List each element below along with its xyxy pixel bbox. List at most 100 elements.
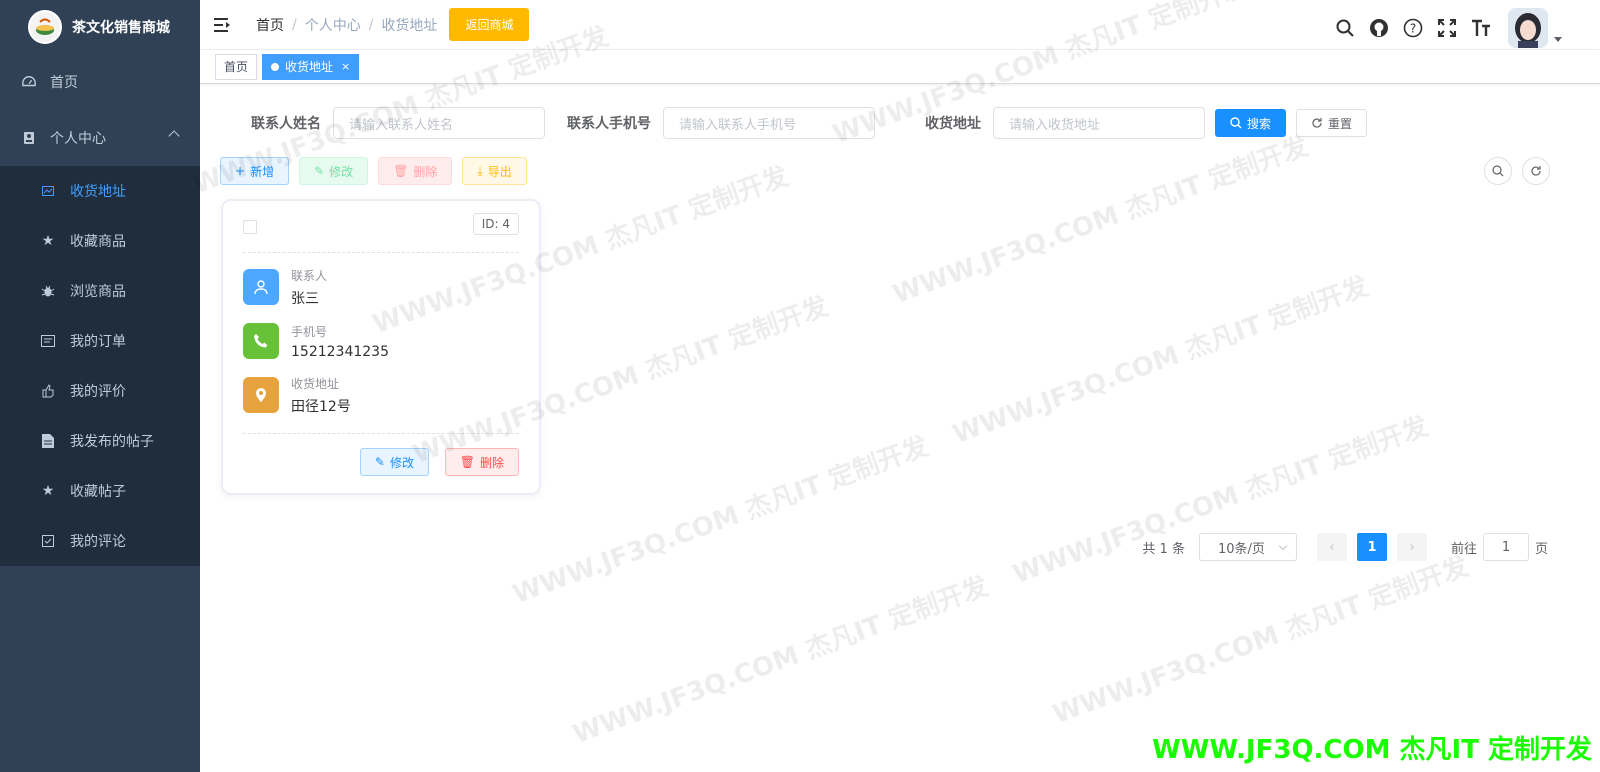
contact-field: 联系人 张三	[243, 267, 519, 307]
avatar[interactable]	[1508, 8, 1548, 48]
active-dot	[271, 62, 280, 71]
pagination-total: 共 1 条	[1142, 541, 1185, 557]
contact-phone-input[interactable]: 请输入联系人手机号	[663, 107, 875, 139]
toggle-search-button[interactable]	[1484, 157, 1512, 185]
font-size-icon[interactable]	[1464, 11, 1498, 45]
svg-text:?: ?	[1410, 22, 1416, 36]
sub-item-my-orders[interactable]: 我的订单	[0, 316, 200, 366]
goto-label: 前往	[1450, 541, 1477, 557]
close-icon[interactable]: ×	[341, 55, 350, 79]
sub-item-my-posts[interactable]: 我发布的帖子	[0, 416, 200, 466]
next-page-button[interactable]: ›	[1396, 533, 1427, 561]
card-header: ID: 4	[243, 201, 519, 253]
hamburger-icon[interactable]	[214, 17, 250, 33]
sub-item-label: 我发布的帖子	[70, 434, 154, 450]
page-number[interactable]: 1	[1356, 533, 1387, 561]
location-icon	[243, 377, 279, 413]
sidebar: 茶文化销售商城 首页 个人中心 收货地址 ★ 收藏商品 浏览商品 我的订单 我的…	[0, 0, 200, 772]
app-container: 联系人姓名 请输入联系人姓名 联系人手机号 请输入联系人手机号 收货地址 请输入…	[200, 84, 1600, 205]
logo	[28, 10, 62, 44]
add-button[interactable]: + 新增	[220, 157, 290, 185]
delete-button[interactable]: 🗑︎ 删除	[378, 157, 453, 185]
goto-page-input[interactable]: 1	[1482, 533, 1529, 561]
search-icon[interactable]	[1328, 11, 1362, 45]
page-size-select[interactable]: 10条/页	[1198, 533, 1297, 561]
document-icon	[40, 434, 56, 448]
fullscreen-icon[interactable]	[1430, 11, 1464, 45]
add-button-label: 新增	[250, 164, 275, 179]
reset-button-label: 重置	[1328, 116, 1353, 131]
card-id-badge: ID: 4	[472, 213, 519, 235]
export-button[interactable]: ⤓ 导出	[462, 157, 527, 185]
address-input[interactable]: 请输入收货地址	[993, 107, 1205, 139]
caret-down-icon[interactable]	[1554, 36, 1562, 42]
address-label: 收货地址	[291, 376, 340, 391]
sub-item-label: 我的评论	[70, 534, 126, 550]
star-icon: ★	[41, 483, 55, 499]
back-to-mall-button[interactable]: 返回商城	[449, 8, 530, 41]
edit-button-label: 修改	[329, 164, 354, 179]
sub-item-label: 我的评价	[70, 384, 126, 400]
sub-item-label: 我的订单	[70, 334, 126, 350]
sub-item-label: 收藏帖子	[70, 484, 126, 500]
github-icon[interactable]	[1362, 11, 1396, 45]
help-icon[interactable]: ?	[1396, 11, 1430, 45]
page-size-value: 10条/页	[1217, 541, 1265, 557]
breadcrumb-separator: /	[368, 16, 374, 33]
thumb-icon	[40, 384, 56, 398]
edit-button[interactable]: ✎ 修改	[299, 157, 369, 185]
page-jumper: 前往 1 页	[1451, 533, 1548, 561]
sub-item-favorite-goods[interactable]: ★ 收藏商品	[0, 216, 200, 266]
sub-item-my-comments[interactable]: 我的评论	[0, 516, 200, 566]
download-icon: ⤓	[477, 163, 483, 178]
plus-icon: +	[235, 164, 246, 178]
brand-title: 茶文化销售商城	[72, 20, 170, 36]
order-icon	[40, 335, 56, 347]
user-icon	[243, 269, 279, 305]
edit-icon: ✎	[374, 455, 385, 469]
sub-item-label: 收藏商品	[70, 234, 126, 250]
phone-field: 手机号 15212341235	[243, 321, 519, 361]
menu-item-label: 个人中心	[50, 131, 106, 147]
prev-page-button[interactable]: ‹	[1316, 533, 1347, 561]
card-delete-button[interactable]: 🗑︎ 删除	[444, 448, 519, 476]
chevron-down-icon	[1278, 541, 1288, 551]
tags-view: 首页 收货地址 ×	[200, 50, 1600, 84]
reset-button[interactable]: 重置	[1296, 109, 1368, 137]
sub-item-favorite-posts[interactable]: ★ 收藏帖子	[0, 466, 200, 516]
breadcrumb-separator: /	[292, 16, 297, 33]
search-button[interactable]: 搜索	[1215, 109, 1287, 137]
breadcrumb-home[interactable]: 首页	[256, 15, 284, 35]
address-icon	[40, 185, 56, 197]
sub-item-browse-goods[interactable]: 浏览商品	[0, 266, 200, 316]
phone-icon	[243, 323, 279, 359]
search-icon	[1230, 117, 1242, 129]
card-delete-label: 删除	[479, 455, 504, 470]
contact-name-input[interactable]: 请输入联系人姓名	[333, 107, 545, 139]
submenu-personal-center: 收货地址 ★ 收藏商品 浏览商品 我的订单 我的评价 我发布的帖子 ★ 收藏帖子	[0, 166, 200, 566]
contact-value: 张三	[291, 290, 319, 307]
refresh-icon	[1312, 118, 1322, 128]
sub-item-address[interactable]: 收货地址	[0, 166, 200, 216]
card-checkbox[interactable]	[243, 220, 257, 234]
card-edit-button[interactable]: ✎ 修改	[359, 448, 429, 476]
sub-item-label: 收货地址	[70, 184, 126, 200]
toolbar: + 新增 ✎ 修改 🗑︎ 删除 ⤓ 导出	[220, 157, 1580, 185]
menu-item-personal-center[interactable]: 个人中心	[0, 110, 200, 166]
checkbox-icon	[40, 535, 56, 547]
sub-item-my-reviews[interactable]: 我的评价	[0, 366, 200, 416]
address-value: 田径12号	[291, 398, 351, 415]
tag-address[interactable]: 收货地址 ×	[262, 53, 360, 80]
page-suffix: 页	[1534, 541, 1548, 557]
user-icon	[20, 131, 38, 145]
search-form: 联系人姓名 请输入联系人姓名 联系人手机号 请输入联系人手机号 收货地址 请输入…	[220, 107, 1580, 139]
trash-icon: 🗑︎	[459, 455, 475, 469]
pagination: 共 1 条 10条/页 ‹ 1 › 前往 1 页	[1142, 533, 1548, 561]
tag-home[interactable]: 首页	[215, 53, 258, 80]
brand[interactable]: 茶文化销售商城	[0, 0, 200, 54]
sub-item-label: 浏览商品	[70, 284, 126, 300]
phone-label: 手机号	[291, 324, 328, 339]
refresh-button[interactable]	[1522, 157, 1550, 185]
menu-item-home[interactable]: 首页	[0, 54, 200, 110]
edit-icon: ✎	[314, 164, 325, 178]
